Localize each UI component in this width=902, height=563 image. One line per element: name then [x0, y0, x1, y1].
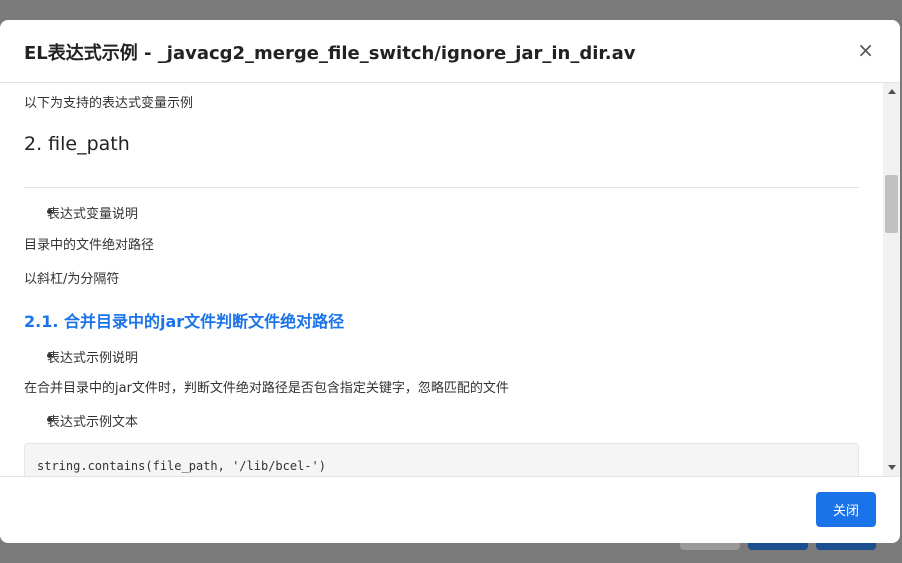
example-description-label: 表达式示例说明: [47, 351, 139, 366]
dialog-title: EL表达式示例 - _javacg2_merge_file_switch/ign…: [24, 43, 636, 64]
code-text: string.contains(file_path, '/lib/bcel-'): [37, 459, 326, 473]
variable-description-text: 目录中的文件绝对路径: [24, 238, 155, 253]
section-heading: 2. file_path: [24, 133, 130, 155]
heading-divider: [24, 187, 859, 188]
variable-separator-text: 以斜杠/为分隔符: [24, 272, 120, 287]
close-button[interactable]: 关闭: [816, 492, 876, 527]
scroll-up-icon[interactable]: [888, 89, 896, 94]
code-block: string.contains(file_path, '/lib/bcel-'): [24, 443, 859, 476]
dialog-header: EL表达式示例 - _javacg2_merge_file_switch/ign…: [0, 20, 900, 83]
variable-description-label: 表达式变量说明: [47, 207, 139, 222]
dialog-body[interactable]: 以下为支持的表达式变量示例 2. file_path 表达式变量说明 目录中的文…: [0, 83, 900, 476]
dialog-footer: 关闭: [0, 476, 900, 543]
dialog: EL表达式示例 - _javacg2_merge_file_switch/ign…: [0, 20, 900, 543]
scrollbar-thumb[interactable]: [885, 175, 898, 233]
close-icon[interactable]: ×: [857, 38, 874, 62]
vertical-scrollbar[interactable]: [883, 83, 900, 476]
intro-text: 以下为支持的表达式变量示例: [24, 96, 194, 111]
scroll-down-icon[interactable]: [888, 465, 896, 470]
example-description-text: 在合并目录中的jar文件时，判断文件绝对路径是否包含指定关键字，忽略匹配的文件: [24, 381, 509, 396]
subsection-heading: 2.1. 合并目录中的jar文件判断文件绝对路径: [24, 312, 345, 331]
example-text-label: 表达式示例文本: [47, 415, 139, 430]
